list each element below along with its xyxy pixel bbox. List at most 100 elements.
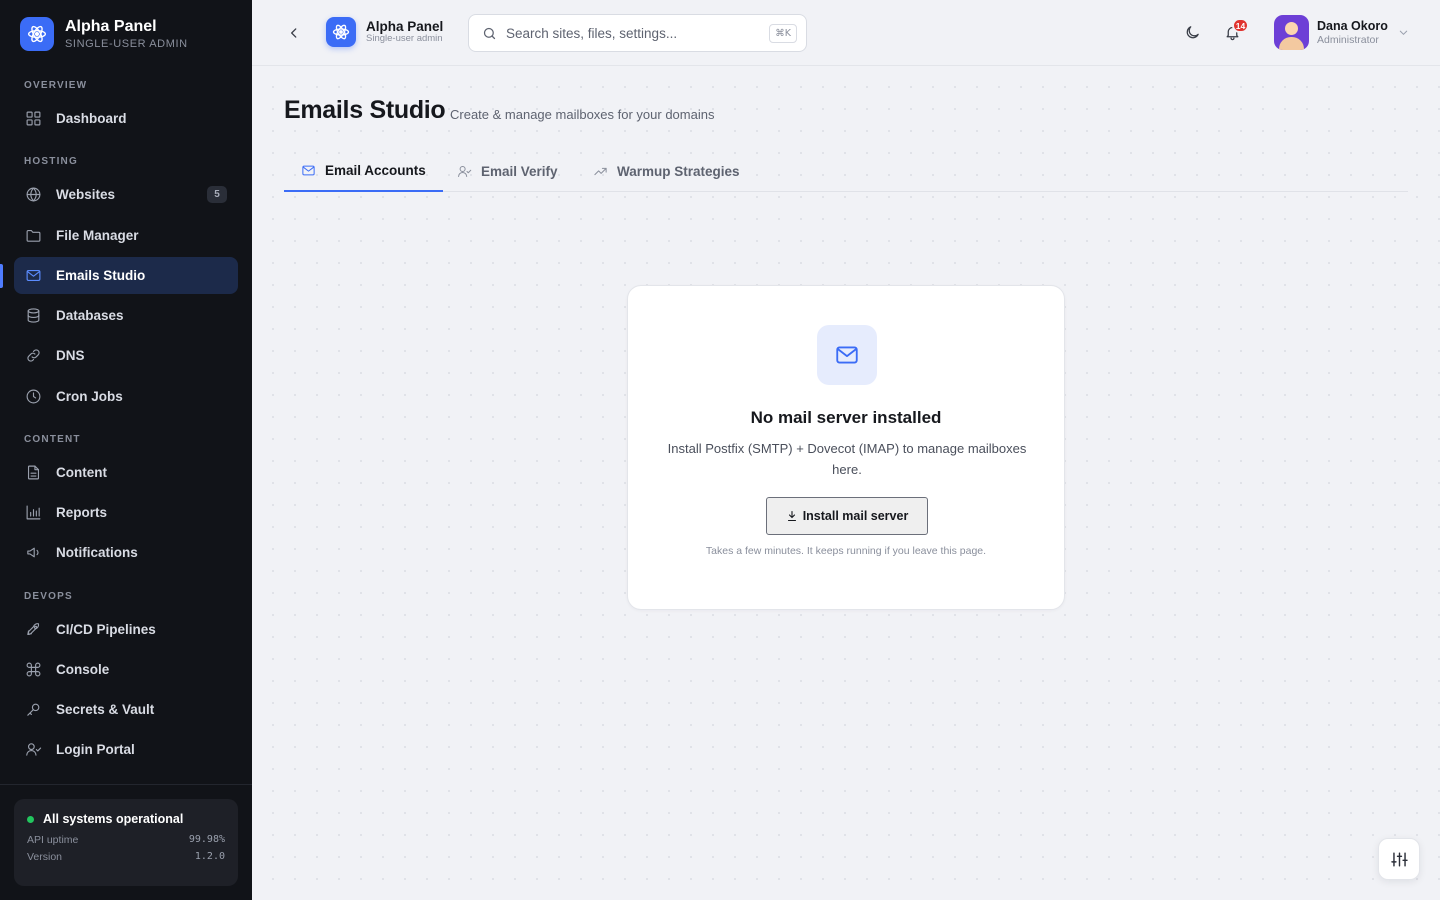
empty-state-description: Install Postfix (SMTP) + Dovecot (IMAP) …	[667, 441, 1027, 477]
topbar: Alpha Panel Single-user admin ⌘K 14 Dana…	[252, 0, 1440, 66]
folder-icon	[26, 229, 41, 242]
trending-up-icon	[594, 167, 607, 175]
user-menu[interactable]: Dana Okoro Administrator	[1274, 15, 1409, 50]
sidebar: Alpha Panel SINGLE-USER ADMIN OVERVIEW D…	[0, 0, 252, 900]
search-icon	[483, 27, 496, 39]
mail-icon	[26, 269, 41, 282]
system-status-card: All systems operational API uptime 99.98…	[14, 799, 238, 886]
section-label-overview: OVERVIEW	[24, 80, 88, 91]
database-icon	[27, 308, 40, 323]
sidebar-item-emails-studio[interactable]: Emails Studio	[14, 257, 238, 294]
user-check-icon	[458, 165, 472, 177]
topbar-brand-sub: Single-user admin	[366, 33, 443, 44]
notifications-button[interactable]: 14	[1221, 18, 1249, 43]
sidebar-divider	[0, 784, 252, 785]
link-icon	[27, 349, 40, 362]
tab-email-accounts[interactable]: Email Accounts	[284, 150, 443, 192]
sidebar-item-label: Notifications	[56, 545, 138, 560]
tab-warmup-strategies[interactable]: Warmup Strategies	[593, 150, 740, 192]
topbar-brand-name: Alpha Panel	[366, 19, 444, 34]
sidebar-item-reports[interactable]: Reports	[14, 494, 238, 531]
tab-label: Email Accounts	[325, 162, 426, 178]
sidebar-item-label: Emails Studio	[56, 268, 146, 283]
notifications-count-badge: 14	[1232, 18, 1249, 33]
uptime-label: API uptime	[27, 834, 79, 846]
search-bar[interactable]: ⌘K	[468, 14, 807, 52]
moon-icon	[1186, 25, 1199, 38]
megaphone-icon	[27, 547, 39, 558]
install-button-label: Install mail server	[802, 509, 909, 523]
tab-email-verify[interactable]: Email Verify	[457, 150, 558, 192]
tab-label: Email Verify	[481, 163, 558, 179]
brand-subtitle: SINGLE-USER ADMIN	[65, 38, 188, 50]
settings-sliders-button[interactable]	[1378, 838, 1420, 880]
sidebar-item-file-manager[interactable]: File Manager	[14, 217, 238, 254]
sidebar-item-notifications[interactable]: Notifications	[14, 534, 238, 571]
sidebar-item-cicd-pipelines[interactable]: CI/CD Pipelines	[14, 611, 238, 648]
version-label: Version	[27, 851, 63, 863]
search-input[interactable]	[506, 25, 756, 41]
chevron-down-icon	[1399, 30, 1408, 36]
empty-state-title: No mail server installed	[750, 408, 942, 427]
sidebar-item-label: Cron Jobs	[56, 389, 123, 404]
brand[interactable]: Alpha Panel SINGLE-USER ADMIN	[20, 17, 188, 51]
sidebar-item-label: Secrets & Vault	[56, 702, 155, 717]
search-shortcut-hint: ⌘K	[769, 24, 797, 43]
sidebar-item-dashboard[interactable]: Dashboard	[14, 100, 238, 137]
install-mail-server-button[interactable]: Install mail server	[766, 497, 928, 535]
user-name: Dana Okoro	[1317, 19, 1388, 33]
sidebar-item-secrets-vault[interactable]: Secrets & Vault	[14, 691, 238, 728]
sidebar-item-label: Login Portal	[56, 742, 135, 757]
back-button[interactable]	[284, 23, 304, 43]
download-icon	[787, 510, 796, 522]
main-content: Emails Studio Create & manage mailboxes …	[252, 66, 1440, 900]
section-label-content: CONTENT	[24, 434, 81, 445]
key-icon	[27, 703, 40, 716]
sidebar-item-databases[interactable]: Databases	[14, 297, 238, 334]
atom-logo-icon	[20, 17, 54, 51]
document-icon	[27, 465, 40, 480]
sidebar-item-label: DNS	[56, 348, 85, 363]
chevron-left-icon	[291, 28, 297, 38]
status-dot	[27, 815, 34, 823]
sidebar-item-label: Reports	[56, 505, 108, 520]
active-indicator	[0, 264, 3, 288]
sliders-icon	[1390, 851, 1408, 867]
sidebar-item-label: File Manager	[56, 228, 139, 243]
tabs: Email Accounts Email Verify Warmup Strat…	[284, 150, 1408, 192]
empty-state-note: Takes a few minutes. It keeps running if…	[705, 545, 987, 557]
bar-chart-icon	[26, 505, 41, 520]
clock-icon	[26, 389, 41, 404]
sidebar-item-cron-jobs[interactable]: Cron Jobs	[14, 378, 238, 415]
theme-toggle-button[interactable]	[1181, 21, 1203, 43]
user-check-icon	[26, 743, 42, 756]
sidebar-item-label: Databases	[56, 308, 124, 323]
empty-state-card: No mail server installed Install Postfix…	[627, 285, 1065, 610]
status-title: All systems operational	[43, 812, 184, 826]
version-value: 1.2.0	[194, 851, 225, 862]
mail-icon	[302, 165, 315, 175]
sidebar-item-content[interactable]: Content	[14, 454, 238, 491]
sidebar-item-login-portal[interactable]: Login Portal	[14, 731, 238, 768]
sidebar-item-dns[interactable]: DNS	[14, 337, 238, 374]
grid-icon	[26, 111, 41, 126]
sidebar-item-label: Console	[56, 662, 110, 677]
tab-label: Warmup Strategies	[617, 163, 740, 179]
mail-icon	[817, 325, 877, 385]
sidebar-item-websites[interactable]: Websites 5	[14, 176, 238, 213]
avatar	[1274, 15, 1309, 50]
atom-logo-icon	[326, 17, 356, 47]
topbar-brand: Alpha Panel Single-user admin	[366, 19, 443, 44]
brand-name: Alpha Panel	[65, 18, 157, 35]
globe-icon	[26, 187, 41, 202]
websites-count-badge: 5	[207, 186, 227, 203]
uptime-value: 99.98%	[188, 834, 225, 845]
section-label-hosting: HOSTING	[24, 156, 78, 167]
command-icon	[26, 662, 41, 677]
sidebar-item-label: Dashboard	[56, 111, 127, 126]
sidebar-item-console[interactable]: Console	[14, 651, 238, 688]
page-subtitle: Create & manage mailboxes for your domai…	[450, 107, 715, 122]
page-title: Emails Studio	[284, 96, 446, 124]
section-label-devops: DEVOPS	[24, 591, 73, 602]
user-role: Administrator	[1317, 34, 1379, 46]
